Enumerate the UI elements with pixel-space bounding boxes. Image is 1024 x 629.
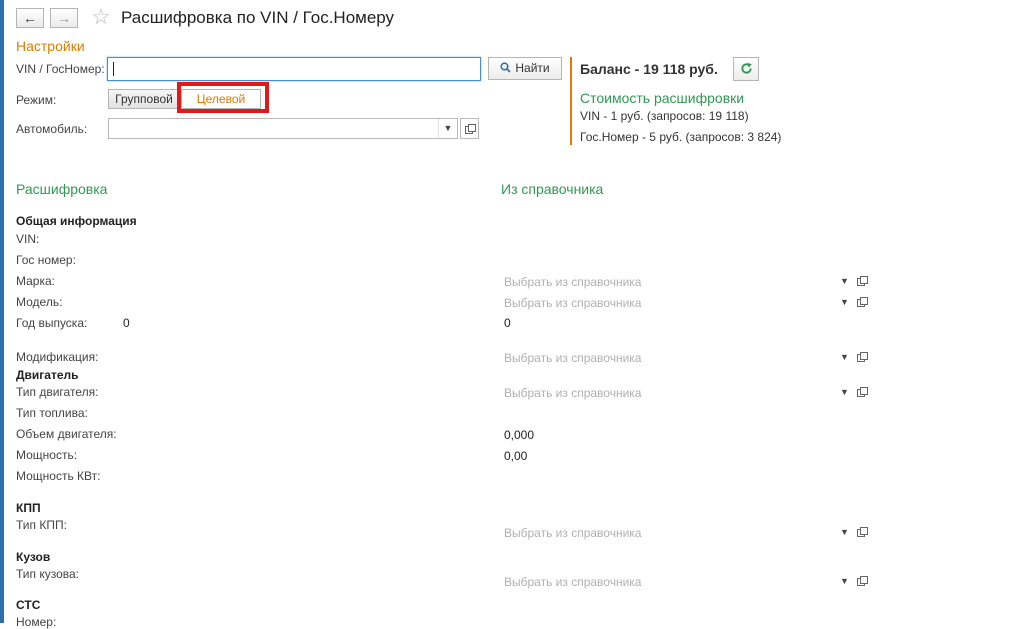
open-window-icon[interactable]	[857, 297, 868, 307]
engine-heading: Двигатель	[16, 368, 79, 382]
open-window-icon[interactable]	[857, 387, 868, 397]
forward-button[interactable]: →	[50, 8, 78, 28]
sts-heading: СТС	[16, 598, 41, 612]
gearbox-heading: КПП	[16, 501, 41, 515]
car-label: Автомобиль:	[16, 122, 88, 136]
sts-number-label: Номер:	[16, 615, 57, 629]
highlight-frame	[177, 82, 269, 113]
car-open-button[interactable]	[460, 118, 479, 139]
chevron-down-icon[interactable]: ▼	[840, 527, 849, 537]
back-button[interactable]: ←	[16, 8, 44, 28]
model-field-label: Модель:	[16, 295, 63, 309]
engine-volume-label: Объем двигателя:	[16, 427, 117, 441]
engine-type-select[interactable]: Выбрать из справочника	[504, 386, 641, 400]
favorite-star-icon[interactable]: ☆	[91, 6, 111, 28]
arrow-left-icon: ←	[23, 10, 37, 26]
body-type-label: Тип кузова:	[16, 567, 80, 581]
vin-cost: VIN - 1 руб. (запросов: 19 118)	[580, 109, 749, 123]
reference-section-title: Из справочника	[501, 181, 604, 197]
find-button-label: Найти	[515, 61, 550, 75]
body-heading: Кузов	[16, 550, 51, 564]
mode-label: Режим:	[16, 93, 57, 107]
chevron-down-icon[interactable]: ▼	[840, 576, 849, 586]
year-value: 0	[123, 316, 130, 330]
page-title: Расшифровка по VIN / Гос.Номеру	[121, 8, 395, 27]
brand-select[interactable]: Выбрать из справочника	[504, 275, 641, 289]
plate-cost: Гос.Номер - 5 руб. (запросов: 3 824)	[580, 130, 782, 144]
vin-field-label: VIN:	[16, 232, 40, 246]
chevron-down-icon[interactable]: ▼	[840, 352, 849, 362]
modification-field-label: Модификация:	[16, 350, 99, 364]
model-select[interactable]: Выбрать из справочника	[504, 296, 641, 310]
engine-volume-value[interactable]: 0,000	[504, 428, 534, 442]
decode-section-title: Расшифровка	[16, 181, 108, 197]
general-info-heading: Общая информация	[16, 214, 137, 228]
power-label: Мощность:	[16, 448, 78, 462]
balance-title: Баланс - 19 118 руб.	[580, 61, 718, 77]
plate-field-label: Гос номер:	[16, 253, 76, 267]
open-window-icon	[465, 124, 476, 134]
refresh-icon	[740, 62, 753, 76]
arrow-right-icon: →	[57, 10, 71, 26]
settings-section-title: Настройки	[16, 38, 85, 54]
body-type-select[interactable]: Выбрать из справочника	[504, 575, 641, 589]
chevron-down-icon[interactable]: ▼	[840, 297, 849, 307]
find-button[interactable]: Найти	[488, 57, 562, 80]
left-edge-bar	[0, 0, 4, 623]
gearbox-type-label: Тип КПП:	[16, 518, 67, 532]
year-field-label: Год выпуска:	[16, 316, 88, 330]
car-select[interactable]: ▼	[108, 118, 458, 139]
cost-title: Стоимость расшифровки	[580, 90, 745, 106]
balance-separator	[570, 57, 572, 145]
mode-group-button[interactable]: Групповой	[108, 89, 180, 109]
vin-label: VIN / ГосНомер:	[16, 62, 105, 76]
brand-field-label: Марка:	[16, 274, 55, 288]
fuel-type-label: Тип топлива:	[16, 406, 88, 420]
chevron-down-icon[interactable]: ▼	[840, 387, 849, 397]
text-caret	[113, 62, 114, 76]
chevron-down-icon[interactable]: ▼	[438, 119, 457, 138]
year-reference-value[interactable]: 0	[504, 316, 511, 330]
search-icon	[500, 59, 512, 73]
chevron-down-icon[interactable]: ▼	[840, 276, 849, 286]
power-value[interactable]: 0,00	[504, 449, 527, 463]
vin-input[interactable]	[107, 57, 481, 81]
engine-type-label: Тип двигателя:	[16, 385, 99, 399]
open-window-icon[interactable]	[857, 527, 868, 537]
open-window-icon[interactable]	[857, 576, 868, 586]
power-kw-label: Мощность КВт:	[16, 469, 101, 483]
refresh-balance-button[interactable]	[733, 57, 759, 81]
open-window-icon[interactable]	[857, 352, 868, 362]
modification-select[interactable]: Выбрать из справочника	[504, 351, 641, 365]
open-window-icon[interactable]	[857, 276, 868, 286]
gearbox-type-select[interactable]: Выбрать из справочника	[504, 526, 641, 540]
